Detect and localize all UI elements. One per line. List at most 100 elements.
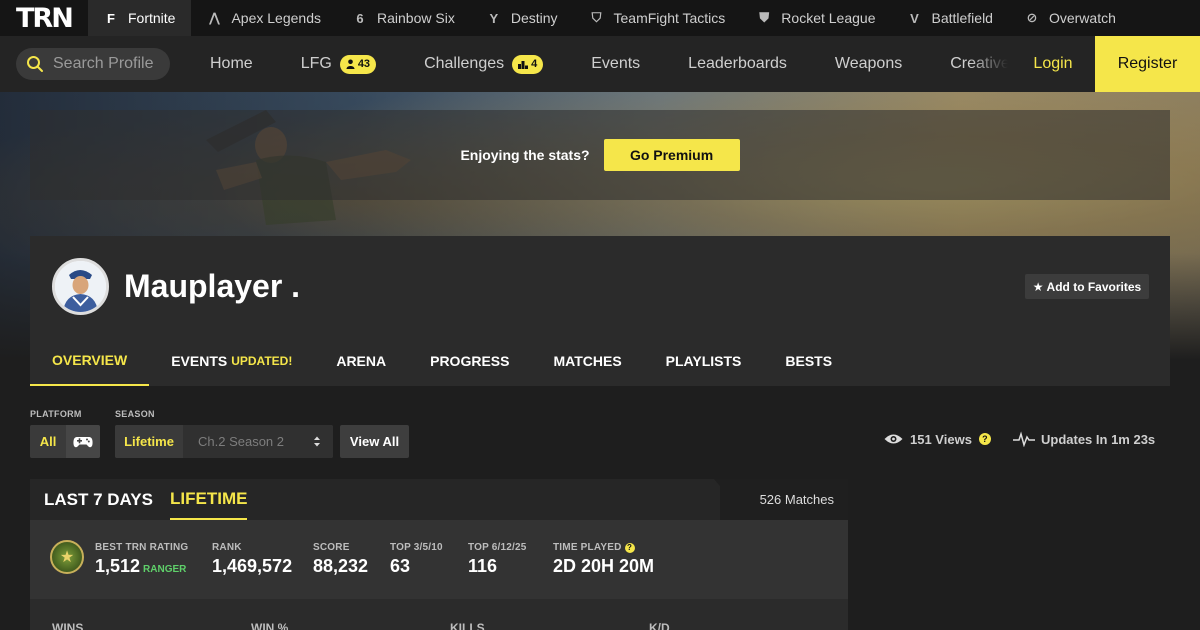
overwatch-icon: ⊘ xyxy=(1026,10,1038,25)
stats-card: LAST 7 DAYS LIFETIME 526 Matches ★ BEST … xyxy=(30,479,848,630)
tab-arena[interactable]: ARENA xyxy=(314,336,408,386)
profile-card: Mauplayer . ★ Add to Favorites OVERVIEW … xyxy=(30,236,1170,386)
stats-header: LAST 7 DAYS LIFETIME 526 Matches xyxy=(30,479,848,520)
challenges-count: 4 xyxy=(531,58,538,70)
platform-label: PLATFORM xyxy=(30,409,82,419)
profile-tabs: OVERVIEW EVENTS UPDATED! ARENA PROGRESS … xyxy=(30,336,854,386)
nav-challenges-label: Challenges xyxy=(424,55,505,72)
nav-home[interactable]: Home xyxy=(210,55,253,73)
login-button[interactable]: Login xyxy=(1012,36,1094,92)
stat-top-6-12-25: TOP 6/12/25 116 xyxy=(468,542,527,577)
game-tab-label: Rocket League xyxy=(781,10,876,26)
game-tab-fortnite[interactable]: F Fortnite xyxy=(88,0,192,36)
tab-progress[interactable]: PROGRESS xyxy=(408,336,531,386)
update-timer: Updates In 1m 23s xyxy=(1013,430,1155,448)
game-tab-apex-legends[interactable]: ⋀ Apex Legends xyxy=(191,0,337,36)
stat-rank: RANK 1,469,572 xyxy=(212,542,292,577)
add-to-favorites-button[interactable]: ★ Add to Favorites xyxy=(1025,274,1149,299)
stat-label: TIME PLAYED ? xyxy=(553,542,654,553)
challenges-count-badge: 4 xyxy=(512,54,544,74)
help-icon[interactable]: ? xyxy=(624,542,635,553)
stat-value: 2D 20H 20M xyxy=(553,556,655,576)
time-played-label: TIME PLAYED xyxy=(553,542,622,553)
platform-controller-button[interactable] xyxy=(66,425,100,458)
tab-bests[interactable]: BESTS xyxy=(763,336,854,386)
game-tab-rocket-league[interactable]: ⛊ Rocket League xyxy=(741,0,891,36)
fortnite-icon: F xyxy=(107,10,115,26)
view-all-button[interactable]: View All xyxy=(340,425,409,458)
destiny-icon: Y xyxy=(489,10,499,26)
profile-views: 151 Views ? xyxy=(884,430,991,448)
stat-label: SCORE xyxy=(313,542,350,553)
stat-header-win-pct: WIN % xyxy=(251,621,289,630)
pulse-icon xyxy=(1013,431,1035,447)
battlefield-icon: V xyxy=(910,10,919,26)
game-tab-label: Battlefield xyxy=(931,10,993,26)
game-tab-label: Destiny xyxy=(510,10,558,26)
search-box[interactable] xyxy=(16,48,170,80)
game-bar: TRN F Fortnite ⋀ Apex Legends 6 Rainbow … xyxy=(0,0,1200,36)
stat-value: 1,469,572 xyxy=(212,556,293,576)
game-tab-label: Apex Legends xyxy=(231,10,321,26)
stats-details: WINS WIN % KILLS K/D xyxy=(30,599,848,630)
nav-links: Home LFG 43 Challenges 4 Events Leaderbo… xyxy=(210,36,1058,92)
gamepad-icon xyxy=(73,436,93,447)
game-tab-destiny[interactable]: Y Destiny xyxy=(471,0,574,36)
season-dropdown-value: Ch.2 Season 2 xyxy=(198,434,285,449)
stat-value: 88,232 xyxy=(313,556,369,576)
promo-text: Enjoying the stats? xyxy=(460,147,590,163)
tab-overview[interactable]: OVERVIEW xyxy=(30,336,150,386)
tab-events[interactable]: EVENTS UPDATED! xyxy=(149,336,314,386)
game-tab-teamfight-tactics[interactable]: ⛉ TeamFight Tactics xyxy=(574,0,742,36)
profile-name: Mauplayer . xyxy=(124,268,301,304)
chevron-updown-icon xyxy=(314,436,320,447)
updates-text: Updates In 1m 23s xyxy=(1041,431,1156,447)
trn-logo[interactable]: TRN xyxy=(0,0,88,36)
nav-weapons[interactable]: Weapons xyxy=(835,55,902,73)
podium-icon xyxy=(518,60,529,69)
avatar xyxy=(52,258,109,315)
game-tab-overwatch[interactable]: ⊘ Overwatch xyxy=(1009,0,1132,36)
tab-last-7-days[interactable]: LAST 7 DAYS xyxy=(44,479,153,520)
game-tab-rainbow-six[interactable]: 6 Rainbow Six xyxy=(337,0,471,36)
game-tab-label: Overwatch xyxy=(1048,10,1116,26)
go-premium-button[interactable]: Go Premium xyxy=(603,139,740,171)
favorites-label: Add to Favorites xyxy=(1046,279,1142,294)
stat-value: 63 xyxy=(390,556,411,576)
stat-score: SCORE 88,232 xyxy=(313,542,368,577)
lfg-count: 43 xyxy=(357,58,371,70)
best-rating-value: 1,512 xyxy=(95,556,141,576)
stat-header-wins: WINS xyxy=(52,621,84,630)
search-input[interactable] xyxy=(53,55,163,73)
tab-lifetime[interactable]: LIFETIME xyxy=(170,479,248,520)
ranger-rank-icon: ★ xyxy=(50,540,84,574)
platform-all-button[interactable]: All xyxy=(30,425,66,458)
stat-header-kd: K/D xyxy=(649,621,670,630)
stat-top-3-5-10: TOP 3/5/10 63 xyxy=(390,542,443,577)
game-tab-label: Fortnite xyxy=(128,10,176,26)
stat-label: TOP 3/5/10 xyxy=(390,542,443,553)
stat-value: 1,512 RANGER xyxy=(95,556,188,577)
nav-challenges[interactable]: Challenges 4 xyxy=(424,54,544,74)
register-button[interactable]: Register xyxy=(1095,36,1200,92)
rocket-league-icon: ⛊ xyxy=(759,10,770,25)
star-icon: ★ xyxy=(1032,279,1044,294)
nav-leaderboards[interactable]: Leaderboards xyxy=(688,55,787,73)
stat-label: TOP 6/12/25 xyxy=(468,542,527,553)
matches-count: 526 Matches xyxy=(720,479,848,520)
main-nav: Home LFG 43 Challenges 4 Even xyxy=(0,36,1200,92)
game-tab-label: Rainbow Six xyxy=(377,10,455,26)
help-icon[interactable]: ? xyxy=(978,433,991,445)
nav-lfg-label: LFG xyxy=(300,55,332,72)
nav-lfg[interactable]: LFG 43 xyxy=(300,54,377,74)
tab-playlists[interactable]: PLAYLISTS xyxy=(644,336,764,386)
season-dropdown[interactable]: Ch.2 Season 2 xyxy=(183,425,333,458)
tab-matches[interactable]: MATCHES xyxy=(531,336,643,386)
season-selector: Lifetime Ch.2 Season 2 xyxy=(115,425,333,458)
game-tab-label: TeamFight Tactics xyxy=(613,10,726,26)
nav-events[interactable]: Events xyxy=(591,55,640,73)
season-lifetime-button[interactable]: Lifetime xyxy=(115,425,183,458)
season-label: SEASON xyxy=(115,409,155,419)
game-tab-battlefield[interactable]: V Battlefield xyxy=(891,0,1008,36)
updated-badge: UPDATED! xyxy=(231,354,293,368)
